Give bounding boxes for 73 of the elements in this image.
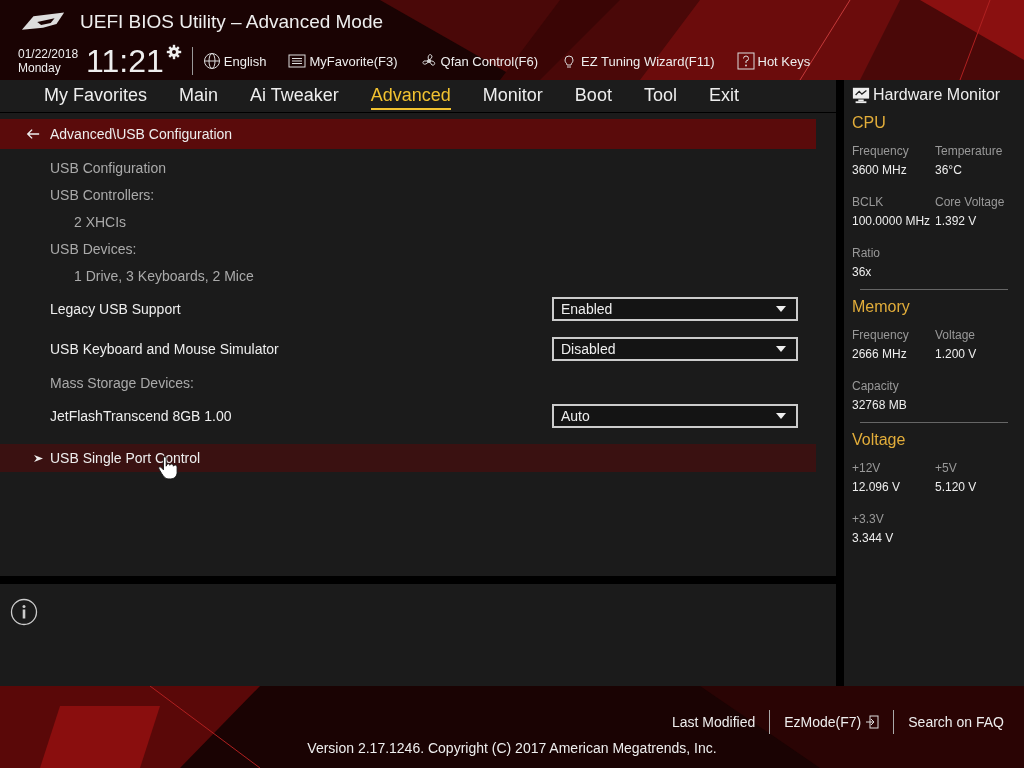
- metric-value: 1.392 V: [935, 214, 978, 228]
- dropdown-field[interactable]: Auto: [552, 404, 798, 428]
- info-icon: [10, 598, 38, 626]
- menu-tab[interactable]: Boot: [574, 82, 612, 110]
- dropdown-field[interactable]: Enabled: [552, 297, 798, 321]
- menu-tab[interactable]: Tool: [643, 82, 677, 110]
- metric-value: 2666 MHz: [852, 347, 908, 361]
- info-value: 1 Drive, 3 Keyboards, 2 Mice: [74, 267, 254, 284]
- help-icon: [736, 52, 755, 70]
- menu-tab[interactable]: Monitor: [482, 82, 543, 110]
- metric-label: +3.3V: [852, 512, 885, 526]
- metric-value: 3600 MHz: [852, 163, 908, 177]
- metric-label: +5V: [935, 461, 958, 475]
- menu-tab[interactable]: Exit: [708, 82, 739, 110]
- setting-label: JetFlashTranscend 8GB 1.00: [50, 408, 232, 424]
- globe-icon: [202, 52, 221, 70]
- copyright-text: Version 2.17.1246. Copyright (C) 2017 American Megatrends, Inc.: [307, 740, 717, 756]
- metric-value: 36x: [852, 265, 873, 279]
- section-label: USB Configuration: [50, 159, 166, 176]
- monitor-icon: [852, 86, 870, 104]
- metric-value: 32768 MB: [852, 398, 908, 412]
- metric-value: 100.0000 MHz: [852, 214, 932, 228]
- day-text: Monday: [18, 61, 62, 75]
- metric-value: 1.200 V: [935, 347, 978, 361]
- toolbar-button[interactable]: Qfan Control(F6): [419, 52, 539, 70]
- metric-label: BCLK: [852, 195, 885, 209]
- arrow-icon: [34, 453, 43, 463]
- footer-link[interactable]: EzMode(F7): [774, 714, 890, 730]
- metric-label: Ratio: [852, 246, 881, 260]
- menu-tab[interactable]: Main: [179, 82, 219, 110]
- caret-icon: [776, 413, 786, 419]
- setting-label: USB Keyboard and Mouse Simulator: [50, 341, 279, 357]
- clock-time: 11:21: [86, 42, 164, 80]
- metric-label: Capacity: [852, 379, 900, 393]
- metric-value: 36°C: [935, 163, 963, 177]
- toolbar-button[interactable]: EZ Tuning Wizard(F11): [560, 52, 715, 70]
- toolbar-button[interactable]: English: [202, 52, 267, 70]
- toolbar-button[interactable]: MyFavorite(F3): [288, 52, 398, 70]
- footer-link[interactable]: Search on FAQ: [898, 714, 1014, 730]
- date-text: 01/22/2018: [18, 47, 79, 61]
- metric-value: 3.344 V: [852, 531, 895, 545]
- metric-value: 5.120 V: [935, 480, 978, 494]
- breadcrumb-text: Advanced\USB Configuration: [50, 126, 233, 142]
- metric-label: Frequency: [852, 328, 910, 342]
- section-label: Mass Storage Devices:: [50, 374, 194, 391]
- metric-label: Temperature: [935, 144, 1004, 158]
- section-title: CPU: [852, 114, 887, 132]
- toolbar-button[interactable]: Hot Keys: [736, 52, 811, 70]
- back-arrow-icon[interactable]: [26, 128, 40, 140]
- footer-link[interactable]: Last Modified: [661, 714, 766, 730]
- window-title: UEFI BIOS Utility – Advanced Mode: [80, 11, 384, 33]
- metric-value: 12.096 V: [852, 480, 902, 494]
- menu-tab[interactable]: Ai Tweaker: [250, 82, 339, 110]
- menu-tab[interactable]: Advanced: [370, 82, 451, 110]
- caret-icon: [776, 306, 786, 312]
- info-value: 2 XHCIs: [74, 213, 127, 230]
- section-label: USB Devices:: [50, 240, 137, 257]
- list-icon: [288, 52, 307, 70]
- exit-icon: [865, 715, 880, 729]
- panel-title: Hardware Monitor: [873, 86, 1001, 104]
- section-title: Memory: [852, 298, 911, 316]
- section-label: USB Controllers:: [50, 186, 155, 203]
- metric-label: Core Voltage: [935, 195, 1006, 209]
- menu-tab[interactable]: My Favorites: [44, 82, 148, 110]
- section-title: Voltage: [852, 431, 907, 449]
- setting-label: Legacy USB Support: [50, 301, 181, 317]
- metric-label: Frequency: [852, 144, 910, 158]
- metric-label: +12V: [852, 461, 882, 475]
- dropdown-field[interactable]: Disabled: [552, 337, 798, 361]
- caret-icon: [776, 346, 786, 352]
- metric-label: Voltage: [935, 328, 977, 342]
- submenu-label: USB Single Port Control: [50, 450, 201, 466]
- settings-icon[interactable]: [165, 44, 182, 60]
